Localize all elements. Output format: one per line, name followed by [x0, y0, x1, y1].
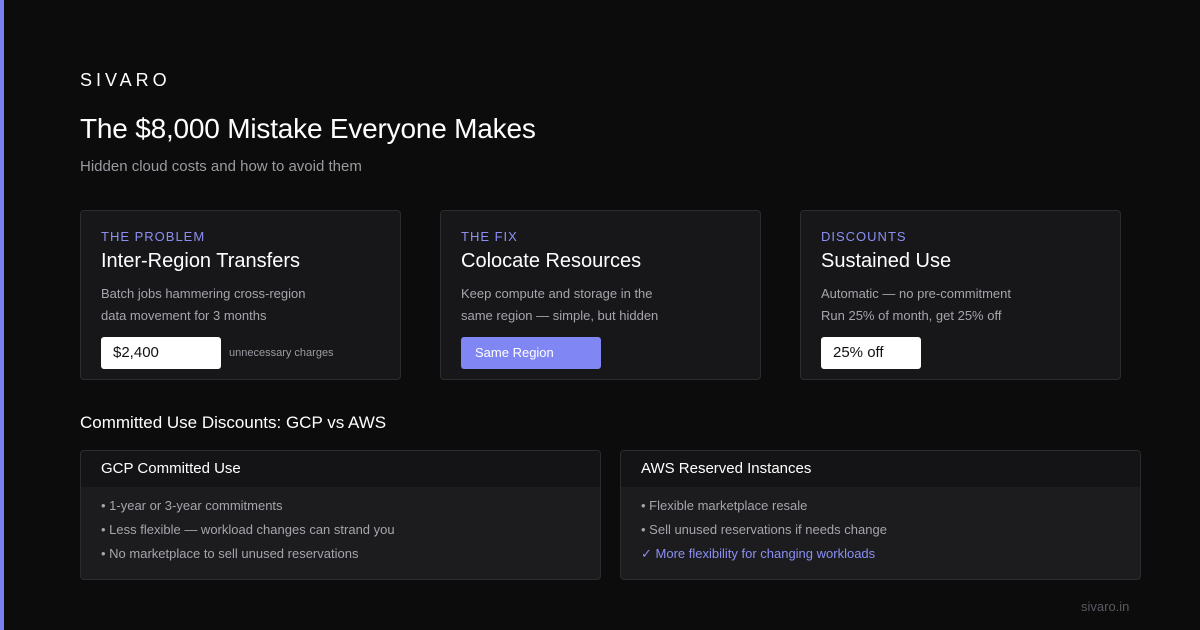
- card-kicker: THE FIX: [461, 229, 518, 244]
- panel-title: AWS Reserved Instances: [621, 451, 1140, 487]
- card-value-row: Same Region: [461, 337, 601, 369]
- panel-list: • Flexible marketplace resale • Sell unu…: [621, 487, 1140, 567]
- cost-badge: $2,400: [101, 337, 221, 369]
- card-title: Colocate Resources: [461, 250, 642, 272]
- discount-badge: 25% off: [821, 337, 921, 369]
- card-description: Keep compute and storage in the same reg…: [461, 286, 659, 323]
- section-title: Committed Use Discounts: GCP vs AWS: [80, 413, 387, 432]
- same-region-badge: Same Region: [461, 337, 601, 369]
- panel-gcp: GCP Committed Use • 1-year or 3-year com…: [80, 450, 601, 580]
- footer-url: sivaro.in: [1081, 599, 1130, 614]
- list-item: • Sell unused reservations if needs chan…: [641, 522, 887, 537]
- card-problem: THE PROBLEM Inter-Region Transfers Batch…: [80, 210, 401, 380]
- card-title: Inter-Region Transfers: [101, 250, 300, 272]
- card-description: Automatic — no pre-commitment Run 25% of…: [821, 286, 1012, 323]
- panel-list: • 1-year or 3-year commitments • Less fl…: [81, 487, 600, 567]
- card-title: Sustained Use: [821, 250, 952, 272]
- accent-bar: [0, 0, 4, 630]
- list-item-highlight: ✓ More flexibility for changing workload…: [641, 546, 876, 561]
- panel-title: GCP Committed Use: [81, 451, 600, 487]
- list-item: • Less flexible — workload changes can s…: [101, 522, 395, 537]
- page-subtitle: Hidden cloud costs and how to avoid them: [80, 158, 362, 175]
- list-item: • Flexible marketplace resale: [641, 498, 808, 513]
- card-description: Batch jobs hammering cross-region data m…: [101, 286, 306, 323]
- list-item: • No marketplace to sell unused reservat…: [101, 546, 359, 561]
- panel-aws: AWS Reserved Instances • Flexible market…: [620, 450, 1141, 580]
- cost-note: unnecessary charges: [229, 347, 334, 359]
- list-item: • 1-year or 3-year commitments: [101, 498, 283, 513]
- card-fix: THE FIX Colocate Resources Keep compute …: [440, 210, 761, 380]
- brand-logo: SIVARO: [80, 70, 171, 90]
- card-value-row: 25% off: [821, 337, 921, 369]
- card-kicker: DISCOUNTS: [821, 229, 907, 244]
- card-kicker: THE PROBLEM: [101, 229, 206, 244]
- card-discounts: DISCOUNTS Sustained Use Automatic — no p…: [800, 210, 1121, 380]
- page-title: The $8,000 Mistake Everyone Makes: [80, 113, 536, 144]
- card-value-row: $2,400 unnecessary charges: [101, 337, 334, 369]
